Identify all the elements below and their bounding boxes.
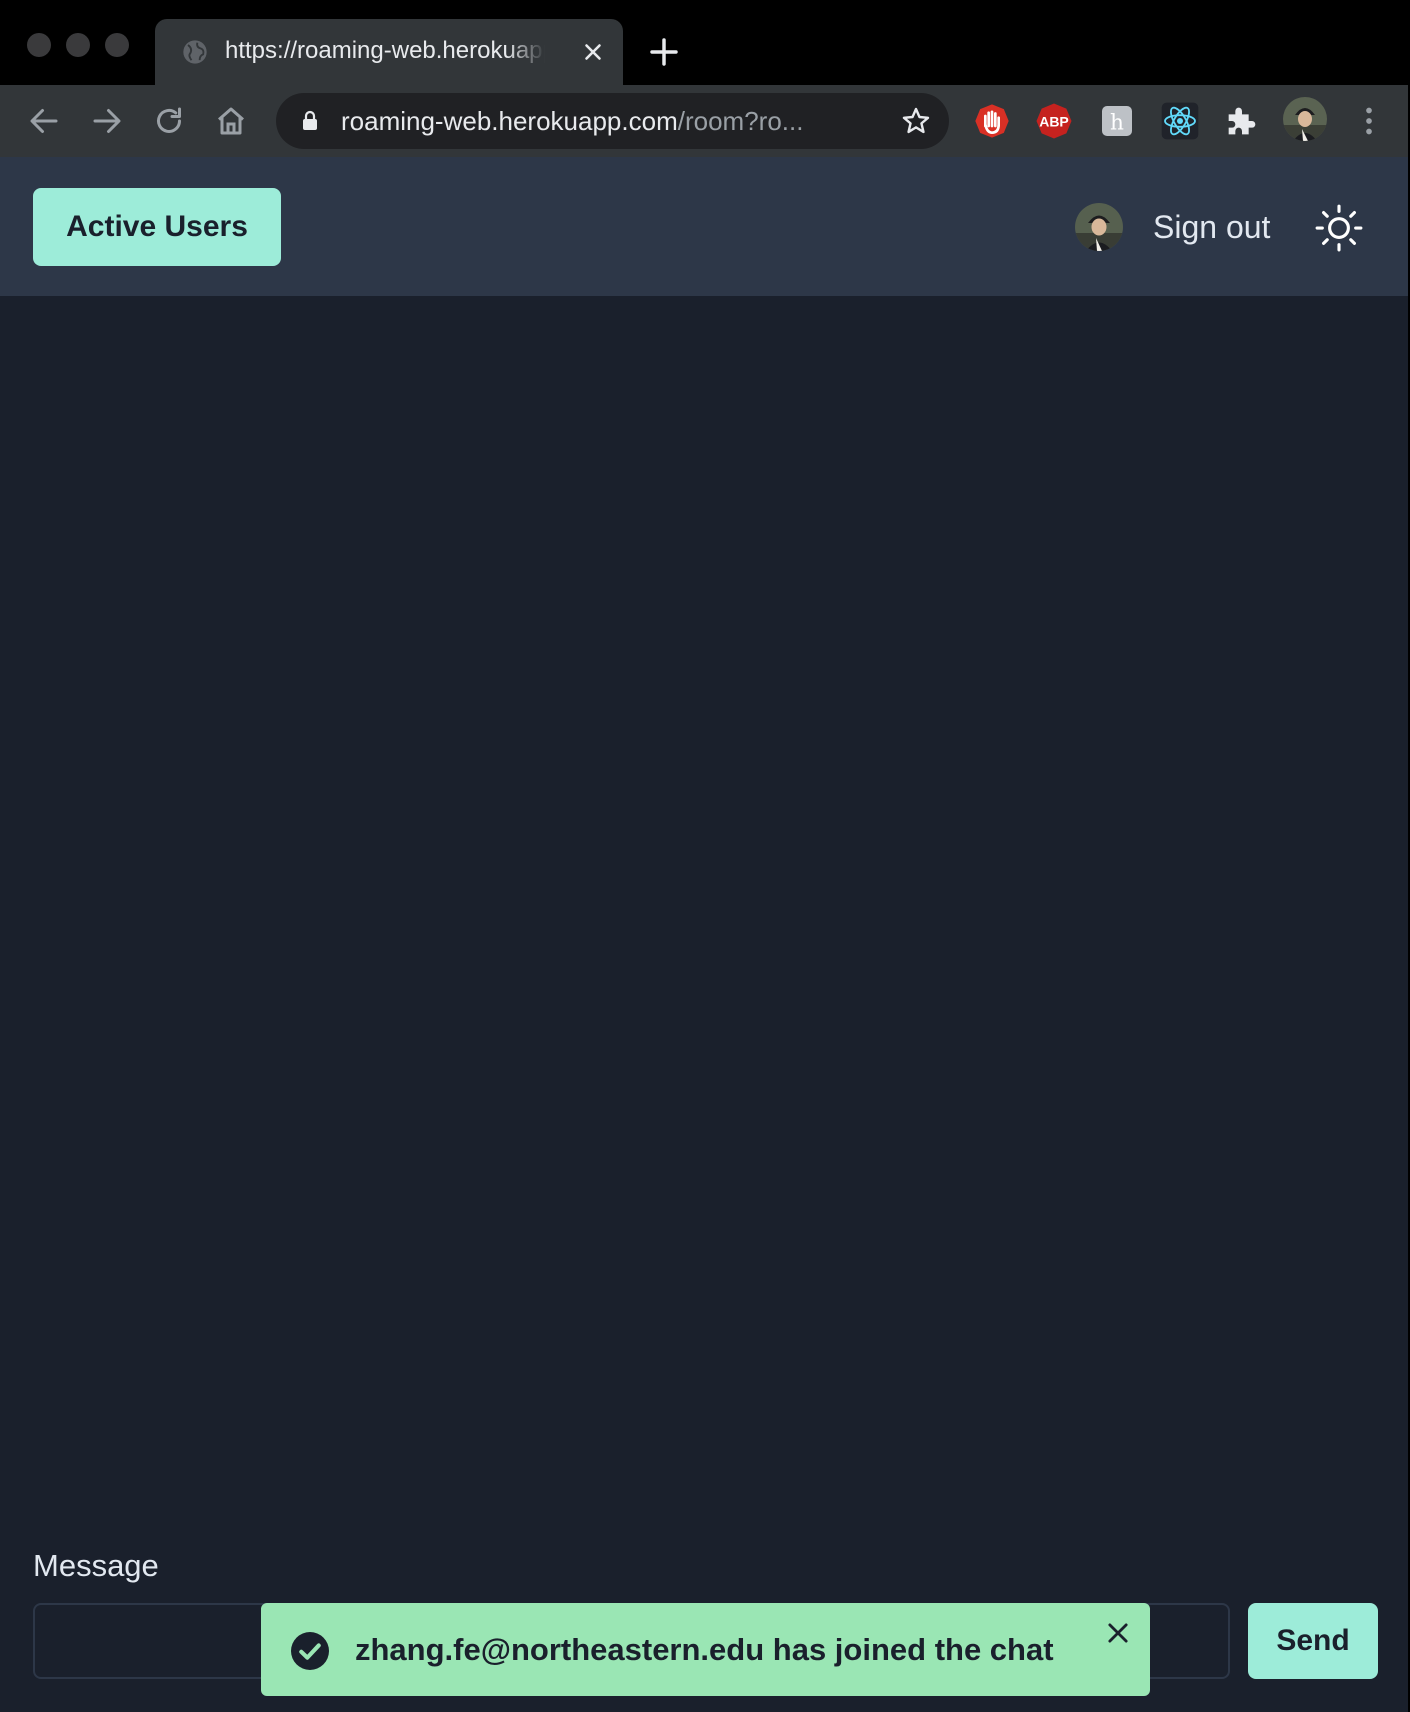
url-path: /room?ro...: [677, 106, 804, 136]
browser-toolbar: roaming-web.herokuapp.com/room?ro... ABP…: [0, 85, 1408, 157]
adblock-plus-icon[interactable]: ABP: [1034, 101, 1074, 141]
window-minimize-dot[interactable]: [66, 33, 90, 57]
hand-stop-icon[interactable]: [972, 101, 1012, 141]
svg-text:ABP: ABP: [1039, 114, 1069, 130]
arrow-right-icon[interactable]: [89, 103, 125, 139]
profile-avatar[interactable]: [1283, 97, 1327, 141]
tab-title: https://roaming-web.herokuapp.com: [225, 37, 545, 64]
arrow-left-icon[interactable]: [26, 103, 62, 139]
check-circle-icon: [291, 1632, 329, 1670]
window-close-dot[interactable]: [27, 33, 51, 57]
address-bar[interactable]: roaming-web.herokuapp.com/room?ro...: [276, 93, 949, 149]
puzzle-icon[interactable]: [1222, 101, 1262, 141]
globe-icon: [183, 40, 207, 64]
lock-icon: [303, 110, 317, 130]
h-extension-icon[interactable]: h: [1097, 101, 1137, 141]
user-avatar[interactable]: [1075, 203, 1123, 251]
home-icon[interactable]: [213, 103, 249, 139]
svg-text:h: h: [1110, 110, 1124, 135]
sun-icon[interactable]: [1314, 203, 1364, 253]
join-notification-toast: zhang.fe@northeastern.edu has joined the…: [261, 1603, 1150, 1696]
plus-icon[interactable]: [648, 36, 680, 68]
react-icon[interactable]: [1160, 101, 1200, 141]
browser-window: https://roaming-web.herokuapp.com: [0, 0, 1408, 1712]
star-icon[interactable]: [900, 105, 932, 137]
toast-message: zhang.fe@northeastern.edu has joined the…: [355, 1632, 1054, 1667]
profile-photo-icon: [1283, 97, 1327, 141]
send-button[interactable]: Send: [1248, 1603, 1378, 1679]
app-header: Active Users Sign out: [0, 157, 1408, 296]
close-icon[interactable]: [580, 39, 606, 65]
browser-tab[interactable]: https://roaming-web.herokuapp.com: [155, 19, 623, 85]
url-host: roaming-web.herokuapp.com: [341, 106, 678, 136]
window-zoom-dot[interactable]: [105, 33, 129, 57]
close-icon[interactable]: [1104, 1619, 1132, 1647]
tab-bar: https://roaming-web.herokuapp.com: [0, 0, 1408, 85]
reload-icon[interactable]: [151, 103, 187, 139]
active-users-button[interactable]: Active Users: [33, 188, 281, 266]
message-label: Message: [33, 1548, 159, 1583]
user-photo-icon: [1075, 203, 1123, 251]
chat-messages-area: [0, 296, 1408, 1536]
url-text: roaming-web.herokuapp.com/room?ro...: [341, 106, 901, 136]
kebab-menu-icon[interactable]: [1351, 103, 1387, 139]
sign-out-link[interactable]: Sign out: [1153, 208, 1270, 246]
